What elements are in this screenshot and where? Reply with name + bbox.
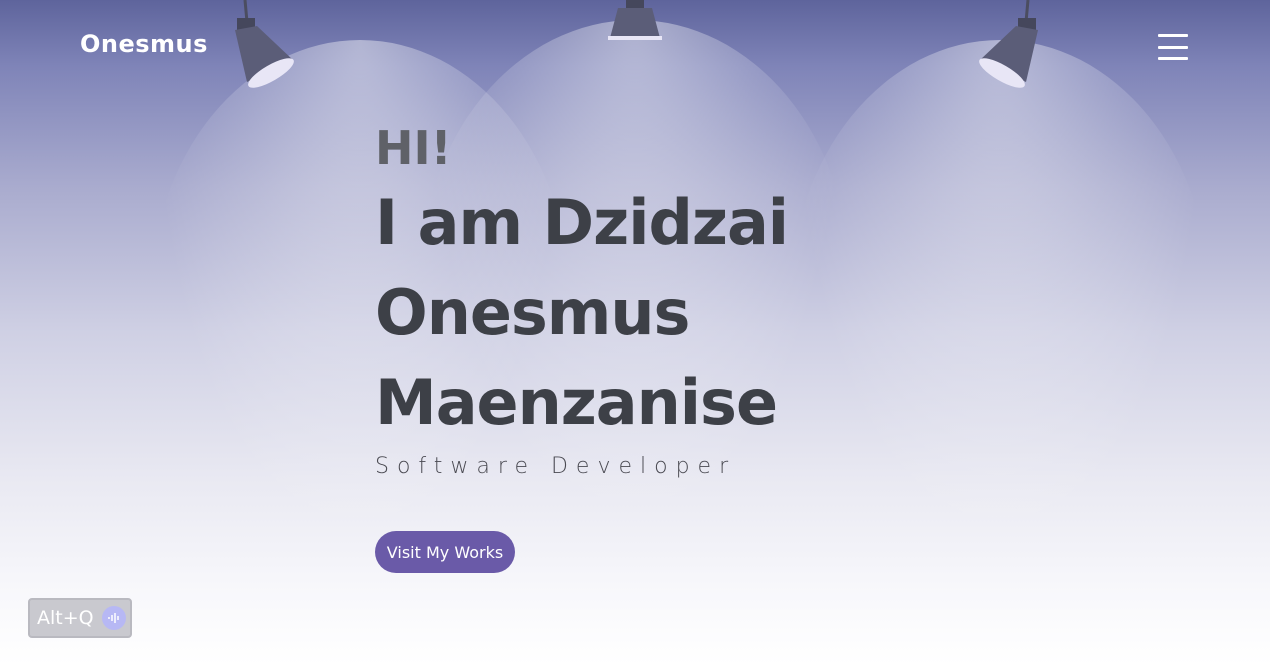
hero-name-line-1: I am Dzidzai	[375, 186, 789, 259]
stage-lamp-left-icon	[235, 0, 294, 88]
menu-bar	[1158, 57, 1188, 60]
shortcut-label: Alt+Q	[37, 607, 94, 629]
spotlight-glow-right	[790, 40, 1210, 560]
hero-role: Software Developer	[375, 454, 737, 479]
hero-name-line-3: Maenzanise	[375, 366, 778, 439]
stage-lamp-center-icon	[608, 0, 662, 40]
hero-greeting: HI!	[375, 121, 452, 175]
menu-bar	[1158, 34, 1188, 37]
hero-section: HI! I am Dzidzai Onesmus Maenzanise Soft…	[375, 118, 789, 479]
hero-name-line-2: Onesmus	[375, 276, 690, 349]
visit-my-works-button[interactable]: Visit My Works	[375, 531, 515, 573]
site-logo[interactable]: Onesmus	[80, 30, 208, 58]
menu-bar	[1158, 45, 1188, 49]
alt-q-shortcut-widget[interactable]: Alt+Q	[28, 598, 132, 638]
hamburger-menu-icon[interactable]	[1158, 34, 1192, 60]
voice-wave-icon	[101, 606, 126, 630]
stage-lamp-right-icon	[979, 0, 1038, 88]
